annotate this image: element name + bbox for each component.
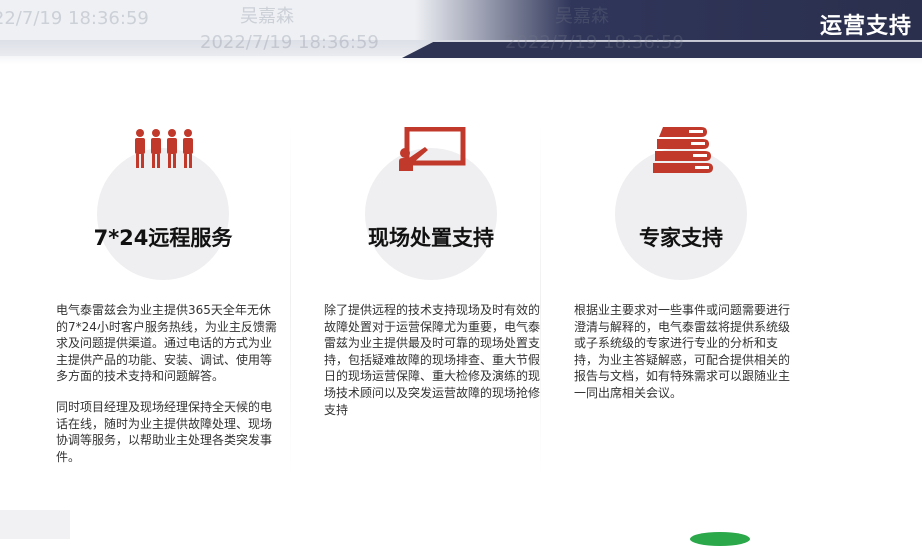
service-card-onsite: 现场处置支持 除了提供远程的技术支持现场及时有效的故障处置对于运营保障尤为重要，… <box>302 100 552 510</box>
service-card-remote: 7*24远程服务 电气泰雷兹会为业主提供365天全年无休的7*24小时客户服务热… <box>34 100 284 510</box>
card-heading: 现场处置支持 <box>368 226 494 250</box>
description-paragraph: 电气泰雷兹会为业主提供365天全年无休的7*24小时客户服务热线，为业主反馈需求… <box>56 303 277 384</box>
column-divider <box>290 120 291 480</box>
card-description: 根据业主要求对一些事件或问题需要进行澄清与解释的，电气泰雷兹将提供系统级或子系统… <box>574 302 796 416</box>
card-description: 除了提供远程的技术支持现场及时有效的故障处置对于运营保障尤为重要，电气泰雷兹为业… <box>324 302 546 432</box>
description-paragraph: 除了提供远程的技术支持现场及时有效的故障处置对于运营保障尤为重要，电气泰雷兹为业… <box>324 303 541 417</box>
books-icon <box>632 120 732 180</box>
banner-accent-strip <box>402 42 922 58</box>
footer-green-shape <box>690 532 750 546</box>
description-paragraph: 同时项目经理及现场经理保持全天候的电话在线，随时为业主提供故障处理、现场协调等服… <box>56 399 273 464</box>
card-description: 电气泰雷兹会为业主提供365天全年无休的7*24小时客户服务热线，为业主反馈需求… <box>56 302 278 479</box>
card-heading: 7*24远程服务 <box>93 226 233 250</box>
description-paragraph: 根据业主要求对一些事件或问题需要进行澄清与解释的，电气泰雷兹将提供系统级或子系统… <box>574 303 791 400</box>
service-card-expert: 专家支持 根据业主要求对一些事件或问题需要进行澄清与解释的，电气泰雷兹将提供系统… <box>552 100 802 510</box>
card-heading: 专家支持 <box>639 226 723 250</box>
presenter-board-icon <box>382 120 482 180</box>
page-title: 运营支持 <box>819 14 912 39</box>
footer-decoration <box>0 510 70 539</box>
people-icon <box>114 120 214 180</box>
